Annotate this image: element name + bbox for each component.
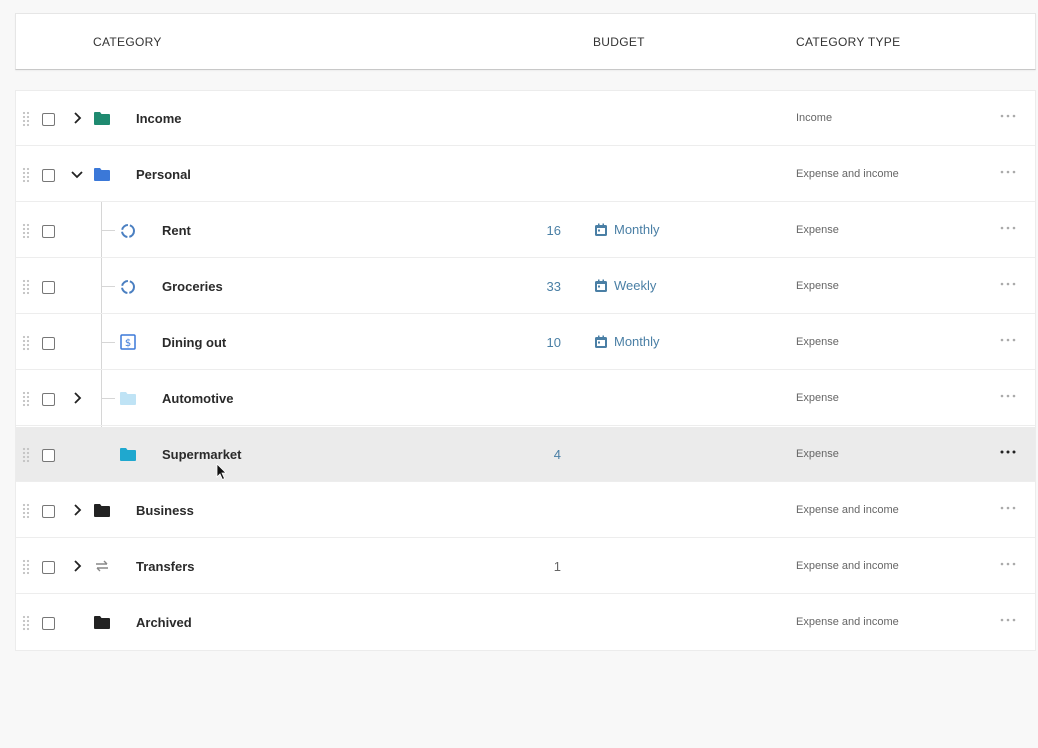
category-name[interactable]: Groceries bbox=[162, 279, 223, 294]
category-name[interactable]: Transfers bbox=[136, 559, 195, 574]
drag-handle-icon[interactable] bbox=[22, 391, 30, 407]
more-options-icon[interactable] bbox=[1000, 446, 1016, 458]
table-header: CATEGORY BUDGET CATEGORY TYPE bbox=[15, 13, 1036, 70]
folder-icon bbox=[120, 392, 136, 405]
row-checkbox[interactable] bbox=[42, 505, 55, 518]
period-label: Weekly bbox=[614, 278, 657, 293]
chevron-down-icon[interactable] bbox=[70, 167, 84, 181]
column-header-budget[interactable]: BUDGET bbox=[593, 35, 645, 49]
row-checkbox[interactable] bbox=[42, 113, 55, 126]
category-name[interactable]: Income bbox=[136, 111, 182, 126]
donut-icon bbox=[121, 280, 135, 294]
more-options-icon[interactable] bbox=[1000, 614, 1016, 626]
drag-handle-icon[interactable] bbox=[22, 167, 30, 183]
calendar-icon bbox=[595, 223, 607, 236]
column-header-category[interactable]: CATEGORY bbox=[93, 35, 162, 49]
drag-handle-icon[interactable] bbox=[22, 279, 30, 295]
drag-handle-icon[interactable] bbox=[22, 615, 30, 631]
row-checkbox[interactable] bbox=[42, 617, 55, 630]
chevron-right-icon[interactable] bbox=[70, 391, 84, 405]
svg-text:$: $ bbox=[125, 338, 131, 349]
column-header-category-type[interactable]: CATEGORY TYPE bbox=[796, 35, 900, 49]
drag-handle-icon[interactable] bbox=[22, 111, 30, 127]
table-row[interactable]: Archived Expense and income bbox=[16, 595, 1035, 650]
more-options-icon[interactable] bbox=[1000, 278, 1016, 290]
more-options-icon[interactable] bbox=[1000, 334, 1016, 346]
category-name[interactable]: Automotive bbox=[162, 391, 234, 406]
category-table: Income Income Personal Expense and incom… bbox=[15, 90, 1036, 651]
category-type: Expense bbox=[796, 392, 839, 404]
chevron-right-icon[interactable] bbox=[70, 559, 84, 573]
row-checkbox[interactable] bbox=[42, 281, 55, 294]
row-checkbox[interactable] bbox=[42, 449, 55, 462]
category-type: Expense and income bbox=[796, 616, 899, 628]
folder-icon bbox=[120, 448, 136, 461]
more-options-icon[interactable] bbox=[1000, 110, 1016, 122]
table-row[interactable]: Rent 16 Monthly Expense bbox=[16, 203, 1035, 258]
table-row[interactable]: Groceries 33 Weekly Expense bbox=[16, 259, 1035, 314]
table-row[interactable]: Supermarket 4 Expense bbox=[16, 427, 1035, 482]
transfer-arrows-icon bbox=[96, 560, 108, 572]
calendar-icon bbox=[595, 279, 607, 292]
drag-handle-icon[interactable] bbox=[22, 559, 30, 575]
table-row[interactable]: Transfers 1 Expense and income bbox=[16, 539, 1035, 594]
calendar-icon bbox=[595, 335, 607, 348]
dollar-bill-icon: $ bbox=[120, 334, 136, 350]
table-row[interactable]: Personal Expense and income bbox=[16, 147, 1035, 202]
row-checkbox[interactable] bbox=[42, 561, 55, 574]
folder-icon bbox=[94, 504, 110, 517]
budget-amount[interactable]: 1 bbox=[554, 559, 561, 574]
more-options-icon[interactable] bbox=[1000, 166, 1016, 178]
more-options-icon[interactable] bbox=[1000, 558, 1016, 570]
more-options-icon[interactable] bbox=[1000, 502, 1016, 514]
category-type: Expense and income bbox=[796, 560, 899, 572]
more-options-icon[interactable] bbox=[1000, 390, 1016, 402]
drag-handle-icon[interactable] bbox=[22, 447, 30, 463]
budget-period[interactable]: Weekly bbox=[594, 278, 656, 293]
chevron-right-icon[interactable] bbox=[70, 111, 84, 125]
category-type: Expense bbox=[796, 280, 839, 292]
mouse-cursor-icon bbox=[216, 463, 227, 481]
budget-amount[interactable]: 33 bbox=[547, 279, 561, 294]
table-row[interactable]: Business Expense and income bbox=[16, 483, 1035, 538]
more-options-icon[interactable] bbox=[1000, 222, 1016, 234]
folder-icon bbox=[94, 112, 110, 125]
row-checkbox[interactable] bbox=[42, 393, 55, 406]
category-type: Expense and income bbox=[796, 504, 899, 516]
category-type: Income bbox=[796, 112, 833, 124]
category-name[interactable]: Archived bbox=[136, 615, 192, 630]
budget-amount[interactable]: 16 bbox=[547, 223, 561, 238]
category-name[interactable]: Supermarket bbox=[162, 447, 241, 462]
table-row[interactable]: Automotive Expense bbox=[16, 371, 1035, 426]
row-checkbox[interactable] bbox=[42, 225, 55, 238]
category-name[interactable]: Rent bbox=[162, 223, 191, 238]
category-type: Expense bbox=[796, 336, 839, 348]
category-type: Expense and income bbox=[796, 168, 899, 180]
chevron-right-icon[interactable] bbox=[70, 503, 84, 517]
table-row[interactable]: Income Income bbox=[16, 91, 1035, 146]
donut-icon bbox=[121, 224, 135, 238]
budget-period[interactable]: Monthly bbox=[594, 222, 660, 237]
budget-period[interactable]: Monthly bbox=[594, 334, 660, 349]
row-checkbox[interactable] bbox=[42, 337, 55, 350]
category-type: Expense bbox=[796, 224, 839, 236]
budget-amount[interactable]: 10 bbox=[547, 335, 561, 350]
drag-handle-icon[interactable] bbox=[22, 223, 30, 239]
drag-handle-icon[interactable] bbox=[22, 503, 30, 519]
drag-handle-icon[interactable] bbox=[22, 335, 30, 351]
category-type: Expense bbox=[796, 448, 839, 460]
budget-amount[interactable]: 4 bbox=[554, 447, 561, 462]
category-name[interactable]: Personal bbox=[136, 167, 191, 182]
period-label: Monthly bbox=[614, 334, 660, 349]
category-name[interactable]: Business bbox=[136, 503, 194, 518]
row-checkbox[interactable] bbox=[42, 169, 55, 182]
category-name[interactable]: Dining out bbox=[162, 335, 226, 350]
folder-icon bbox=[94, 616, 110, 629]
table-row[interactable]: $ Dining out 10 Monthly Expense bbox=[16, 315, 1035, 370]
period-label: Monthly bbox=[614, 222, 660, 237]
folder-icon bbox=[94, 168, 110, 181]
